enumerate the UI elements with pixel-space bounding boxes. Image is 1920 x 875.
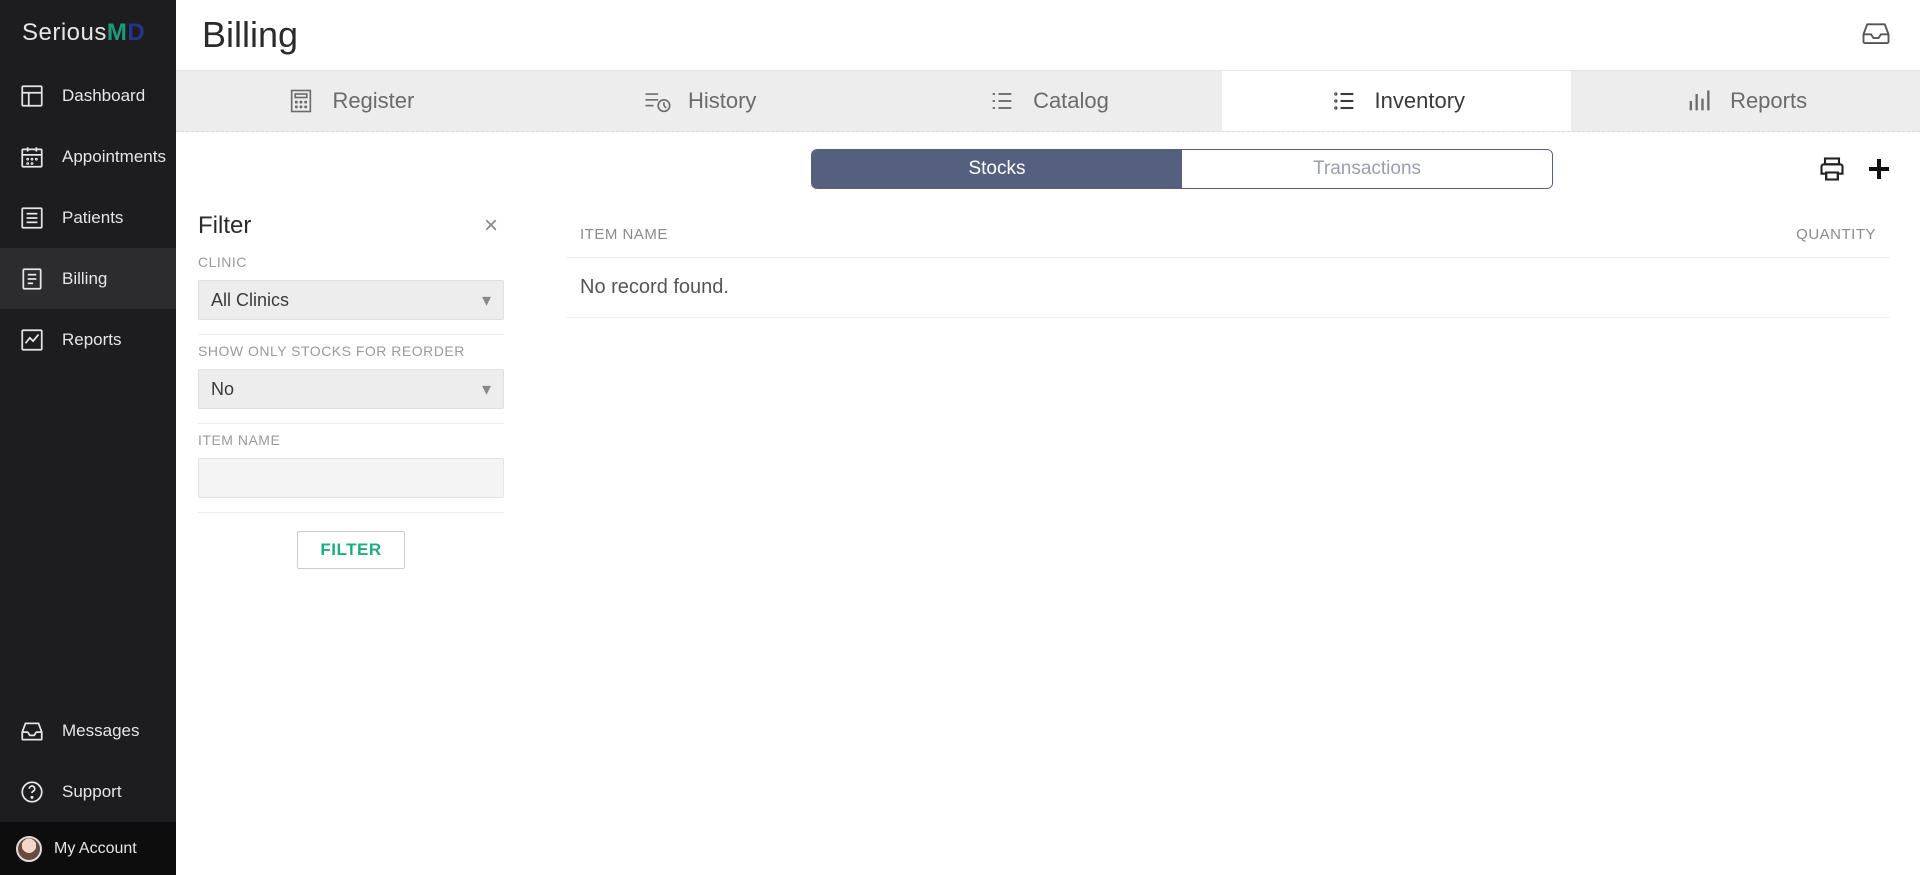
- history-icon: [642, 86, 672, 116]
- page-header: Billing: [176, 0, 1920, 70]
- select-value: No: [211, 379, 234, 400]
- inbox-icon: [18, 717, 46, 745]
- sidebar-item-label: Reports: [62, 330, 122, 350]
- sidebar-item-label: Dashboard: [62, 86, 145, 106]
- filter-button[interactable]: FILTER: [297, 531, 404, 569]
- dashboard-icon: [18, 82, 46, 110]
- brand-text: SeriousMD: [22, 19, 145, 47]
- help-icon: [18, 778, 46, 806]
- sidebar-item-label: Appointments: [62, 147, 166, 167]
- column-quantity: QUANTITY: [1736, 226, 1876, 243]
- subtab-history[interactable]: History: [525, 71, 874, 131]
- toolbar: Stocks Transactions: [176, 132, 1920, 206]
- table-header: ITEM NAME QUANTITY: [566, 216, 1890, 258]
- column-item-name: ITEM NAME: [580, 226, 1736, 243]
- subtab-reports[interactable]: Reports: [1571, 71, 1920, 131]
- select-value: All Clinics: [211, 290, 289, 311]
- sidebar: SeriousMD Dashboard Appointments Patient…: [0, 0, 176, 875]
- filter-reorder-label: SHOW ONLY STOCKS FOR REORDER: [198, 343, 504, 359]
- content: Stocks Transactions: [176, 132, 1920, 875]
- print-button[interactable]: [1818, 155, 1846, 183]
- calendar-icon: [18, 143, 46, 171]
- sidebar-item-appointments[interactable]: Appointments: [0, 126, 176, 187]
- account-label: My Account: [54, 840, 137, 858]
- filter-title: Filter: [198, 212, 478, 240]
- subtab-label: Catalog: [1033, 88, 1109, 114]
- subtab-label: Inventory: [1375, 88, 1466, 114]
- sidebar-item-messages[interactable]: Messages: [0, 700, 176, 761]
- avatar: [16, 836, 42, 862]
- sidebar-item-dashboard[interactable]: Dashboard: [0, 65, 176, 126]
- reorder-select[interactable]: No ▾: [198, 369, 504, 409]
- segment-label: Stocks: [968, 158, 1025, 180]
- main: Billing Register History Catalog: [176, 0, 1920, 875]
- inbox-button[interactable]: [1858, 17, 1894, 53]
- segment-label: Transactions: [1313, 158, 1421, 180]
- sidebar-item-label: Support: [62, 782, 122, 802]
- close-icon: ×: [484, 212, 498, 239]
- sidebar-item-billing[interactable]: Billing: [0, 248, 176, 309]
- sidebar-item-label: Patients: [62, 208, 123, 228]
- segment-stocks[interactable]: Stocks: [812, 150, 1182, 188]
- segmented-control: Stocks Transactions: [811, 149, 1553, 189]
- sidebar-item-support[interactable]: Support: [0, 761, 176, 822]
- filter-panel: Filter × CLINIC All Clinics ▾ SHOW ONLY …: [176, 206, 526, 875]
- filter-clinic-label: CLINIC: [198, 254, 504, 270]
- clinic-select[interactable]: All Clinics ▾: [198, 280, 504, 320]
- chevron-down-icon: ▾: [482, 290, 491, 311]
- document-icon: [18, 265, 46, 293]
- subtab-label: History: [688, 88, 756, 114]
- sidebar-item-account[interactable]: My Account: [0, 822, 176, 875]
- filter-close-button[interactable]: ×: [478, 212, 504, 240]
- sidebar-item-label: Billing: [62, 269, 107, 289]
- sidebar-item-patients[interactable]: Patients: [0, 187, 176, 248]
- filter-item-name-label: ITEM NAME: [198, 432, 504, 448]
- print-icon: [1818, 155, 1846, 183]
- nav-secondary: Messages Support My Account: [0, 700, 176, 875]
- sidebar-item-reports[interactable]: Reports: [0, 309, 176, 370]
- list-icon: [18, 204, 46, 232]
- subtab-label: Register: [332, 88, 414, 114]
- sidebar-item-label: Messages: [62, 721, 139, 741]
- catalog-icon: [987, 86, 1017, 116]
- plus-icon: [1864, 154, 1894, 184]
- subtab-inventory[interactable]: Inventory: [1222, 71, 1571, 131]
- segment-transactions[interactable]: Transactions: [1182, 150, 1552, 188]
- inventory-icon: [1329, 86, 1359, 116]
- subtab-register[interactable]: Register: [176, 71, 525, 131]
- brand-logo[interactable]: SeriousMD: [0, 0, 176, 65]
- register-icon: [286, 86, 316, 116]
- table-panel: ITEM NAME QUANTITY No record found.: [526, 206, 1920, 875]
- empty-state: No record found.: [566, 258, 1890, 318]
- subtab-bar: Register History Catalog Inventory Repor…: [176, 70, 1920, 132]
- chevron-down-icon: ▾: [482, 379, 491, 400]
- bar-chart-icon: [1684, 86, 1714, 116]
- subtab-catalog[interactable]: Catalog: [874, 71, 1223, 131]
- nav-primary: Dashboard Appointments Patients Billing …: [0, 65, 176, 370]
- page-title: Billing: [202, 14, 1858, 56]
- chart-icon: [18, 326, 46, 354]
- subtab-label: Reports: [1730, 88, 1807, 114]
- item-name-input[interactable]: [198, 458, 504, 498]
- add-button[interactable]: [1864, 154, 1894, 184]
- inbox-icon: [1861, 20, 1891, 51]
